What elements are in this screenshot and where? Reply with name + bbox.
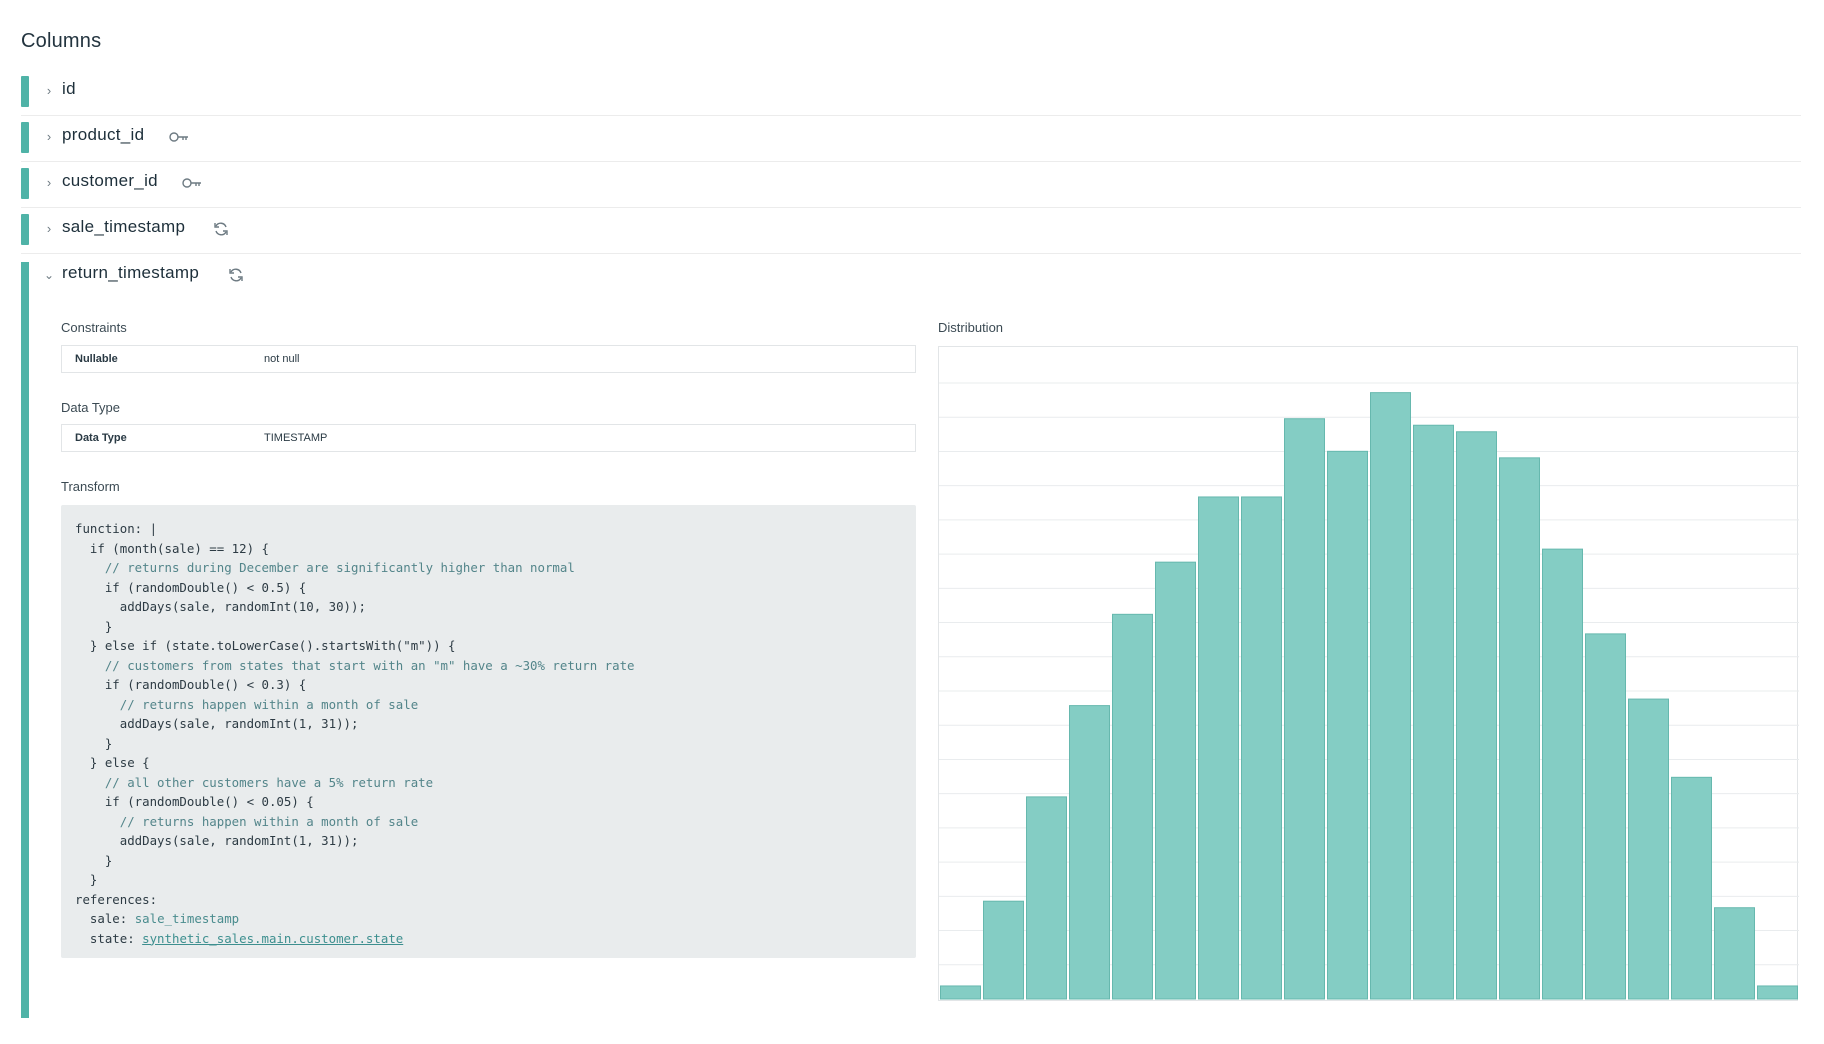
code-line: if (month(sale) == 12) { xyxy=(75,540,269,556)
histogram-bar xyxy=(1757,985,1798,1000)
histogram-bar xyxy=(1413,424,1454,1000)
histogram-bar xyxy=(1370,392,1411,1000)
refresh-icon xyxy=(226,265,248,285)
code-line: function: | xyxy=(75,521,158,536)
data-type-value: TIMESTAMP xyxy=(264,432,328,444)
histogram-bar xyxy=(1327,450,1368,1000)
transform-label: Transform xyxy=(61,479,120,494)
distribution-chart xyxy=(938,346,1799,1001)
column-row-product-id[interactable]: › product_id xyxy=(21,116,1801,162)
data-type-key: Data Type xyxy=(75,432,127,444)
code-line: addDays(sale, randomInt(1, 31)); xyxy=(75,716,359,731)
reference-sale: sale_timestamp xyxy=(134,911,240,926)
reference-state-link[interactable]: synthetic_sales.main.customer.state xyxy=(142,931,403,946)
histogram-bar xyxy=(1628,698,1669,1000)
code-line: if (randomDouble() < 0.05) { xyxy=(75,794,314,809)
histogram-bar xyxy=(1112,613,1153,1000)
constraint-value: not null xyxy=(264,353,300,365)
column-name[interactable]: sale_timestamp xyxy=(62,217,185,237)
code-line: state: xyxy=(75,930,143,946)
column-name[interactable]: product_id xyxy=(62,125,144,145)
code-line: references: xyxy=(75,891,158,907)
code-line: } else if (state.toLowerCase().startsWit… xyxy=(75,638,456,653)
chevron-right-icon[interactable]: › xyxy=(42,127,56,147)
histogram-bar xyxy=(1671,776,1712,1000)
code-line: addDays(sale, randomInt(1, 31)); xyxy=(75,833,359,848)
key-icon xyxy=(168,127,190,147)
column-name[interactable]: customer_id xyxy=(62,171,158,191)
histogram-bar xyxy=(1069,705,1110,1000)
histogram-bar xyxy=(983,900,1024,1000)
section-title: Columns xyxy=(21,30,102,52)
column-row-return-timestamp[interactable]: ⌄ return_timestamp xyxy=(21,254,1801,300)
column-name[interactable]: return_timestamp xyxy=(62,263,199,283)
chevron-right-icon[interactable]: › xyxy=(42,173,56,193)
histogram-bar xyxy=(1542,548,1583,1000)
code-comment: // returns happen within a month of sale xyxy=(75,813,419,829)
chevron-right-icon[interactable]: › xyxy=(42,219,56,239)
refresh-icon xyxy=(211,219,233,239)
column-indicator xyxy=(21,76,29,107)
histogram-bar xyxy=(1284,418,1325,1000)
histogram-bar xyxy=(1241,496,1282,1000)
column-indicator-expanded xyxy=(21,262,29,1018)
histogram-bar xyxy=(1499,457,1540,1000)
code-line: } xyxy=(75,735,113,751)
distribution-label: Distribution xyxy=(938,320,1004,335)
histogram-bar xyxy=(1198,496,1239,1000)
chevron-down-icon[interactable]: ⌄ xyxy=(42,265,56,285)
key-icon xyxy=(181,173,203,193)
transform-code-editor[interactable]: function: | if (month(sale) == 12) { // … xyxy=(61,505,916,958)
code-line: if (randomDouble() < 0.3) { xyxy=(75,677,307,692)
column-row-sale-timestamp[interactable]: › sale_timestamp xyxy=(21,208,1801,254)
column-row-customer-id[interactable]: › customer_id xyxy=(21,162,1801,208)
code-line: } else { xyxy=(75,755,150,770)
column-row-id[interactable]: › id xyxy=(21,70,1801,116)
code-comment: // returns during December are significa… xyxy=(75,560,575,575)
columns-panel: Columns › id › product_id › customer_id … xyxy=(0,0,1824,1044)
constraints-table: Nullable not null xyxy=(61,345,916,373)
histogram-bar xyxy=(1026,796,1067,1000)
chevron-right-icon[interactable]: › xyxy=(42,81,56,101)
data-type-label: Data Type xyxy=(61,400,121,415)
transform-code[interactable]: function: | if (month(sale) == 12) { // … xyxy=(75,519,635,948)
histogram-bar xyxy=(1155,561,1196,1000)
histogram-bar xyxy=(1456,431,1497,1000)
histogram-bar xyxy=(940,985,981,1000)
data-type-table: Data Type TIMESTAMP xyxy=(61,424,916,452)
constraint-key: Nullable xyxy=(75,353,118,365)
column-name[interactable]: id xyxy=(62,79,76,99)
distribution-svg xyxy=(939,382,1799,1000)
column-indicator xyxy=(21,122,29,153)
code-comment: // all other customers have a 5% return … xyxy=(75,774,434,790)
code-line: if (randomDouble() < 0.5) { xyxy=(75,579,307,595)
histogram-bar xyxy=(1714,907,1755,1000)
code-comment: // customers from states that start with… xyxy=(75,657,635,673)
code-line: } xyxy=(75,618,113,634)
column-indicator xyxy=(21,168,29,199)
code-comment: // returns happen within a month of sale xyxy=(75,696,419,712)
code-line: } xyxy=(75,852,113,868)
code-line: } xyxy=(75,872,98,887)
column-indicator xyxy=(21,214,29,245)
code-line: sale: xyxy=(75,911,135,926)
constraints-label: Constraints xyxy=(61,320,127,335)
code-line: addDays(sale, randomInt(10, 30)); xyxy=(75,599,366,614)
histogram-bar xyxy=(1585,633,1626,1000)
